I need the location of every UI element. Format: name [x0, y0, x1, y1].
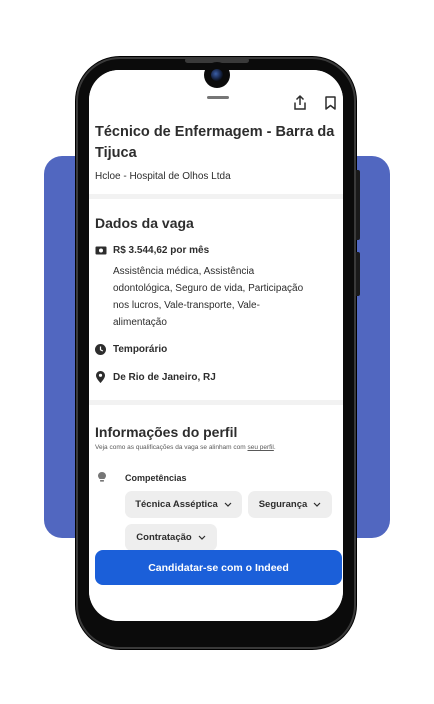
chevron-down-icon — [198, 535, 206, 540]
profile-section: Informações do perfil Veja como as quali… — [89, 405, 343, 621]
skill-tag[interactable]: Técnica Asséptica — [125, 491, 242, 518]
clock-icon — [95, 344, 106, 355]
skill-label: Técnica Asséptica — [135, 499, 218, 510]
details-heading: Dados da vaga — [95, 215, 194, 231]
benefits-line: nos lucros, Vale-transporte, Vale- — [113, 300, 260, 311]
profile-subtitle-text: Veja como as qualificações da vaga se al… — [95, 444, 248, 451]
apply-button[interactable]: Candidatar-se com o Indeed — [95, 550, 342, 585]
competencies-label: Competências — [125, 473, 187, 483]
profile-link[interactable]: seu perfil — [247, 444, 273, 451]
camera-lens — [211, 69, 223, 81]
profile-subtitle-end: . — [273, 444, 276, 451]
bookmark-icon[interactable] — [325, 96, 336, 110]
chevron-down-icon — [224, 502, 232, 507]
phone-screen: Técnico de Enfermagem - Barra da Tijuca … — [89, 70, 343, 621]
profile-subtitle: Veja como as qualificações da vaga se al… — [95, 444, 276, 451]
company-name[interactable]: Hcloe - Hospital de Olhos Ltda — [95, 171, 231, 182]
lightbulb-icon — [98, 472, 106, 482]
skill-label: Segurança — [258, 499, 308, 510]
job-title-line1: Técnico de Enfermagem - Barra da — [95, 124, 335, 140]
skill-tag[interactable]: Contratação — [125, 524, 217, 551]
job-type: Temporário — [113, 344, 168, 355]
benefits-line: odontológica, Seguro de vida, Participaç… — [113, 283, 304, 294]
drag-handle[interactable] — [207, 96, 229, 99]
benefits-line: Assistência médica, Assistência — [113, 266, 255, 277]
salary-text: R$ 3.544,62 por mês — [113, 245, 210, 256]
money-icon — [95, 246, 107, 255]
phone-side-button — [356, 252, 360, 296]
location-pin-icon — [96, 371, 105, 383]
skill-label: Contratação — [136, 532, 192, 543]
job-location: De Rio de Janeiro, RJ — [113, 372, 216, 383]
profile-heading: Informações do perfil — [95, 424, 238, 440]
phone-side-button — [356, 170, 360, 240]
chevron-down-icon — [313, 502, 321, 507]
share-icon[interactable] — [294, 95, 306, 110]
skill-tag[interactable]: Segurança — [248, 491, 332, 518]
job-header: Técnico de Enfermagem - Barra da Tijuca … — [89, 70, 343, 194]
job-details-section: Dados da vaga R$ 3.544,62 por mês Assist… — [89, 199, 343, 400]
benefits-line: alimentação — [113, 317, 167, 328]
job-title-line2: Tijuca — [95, 145, 137, 161]
